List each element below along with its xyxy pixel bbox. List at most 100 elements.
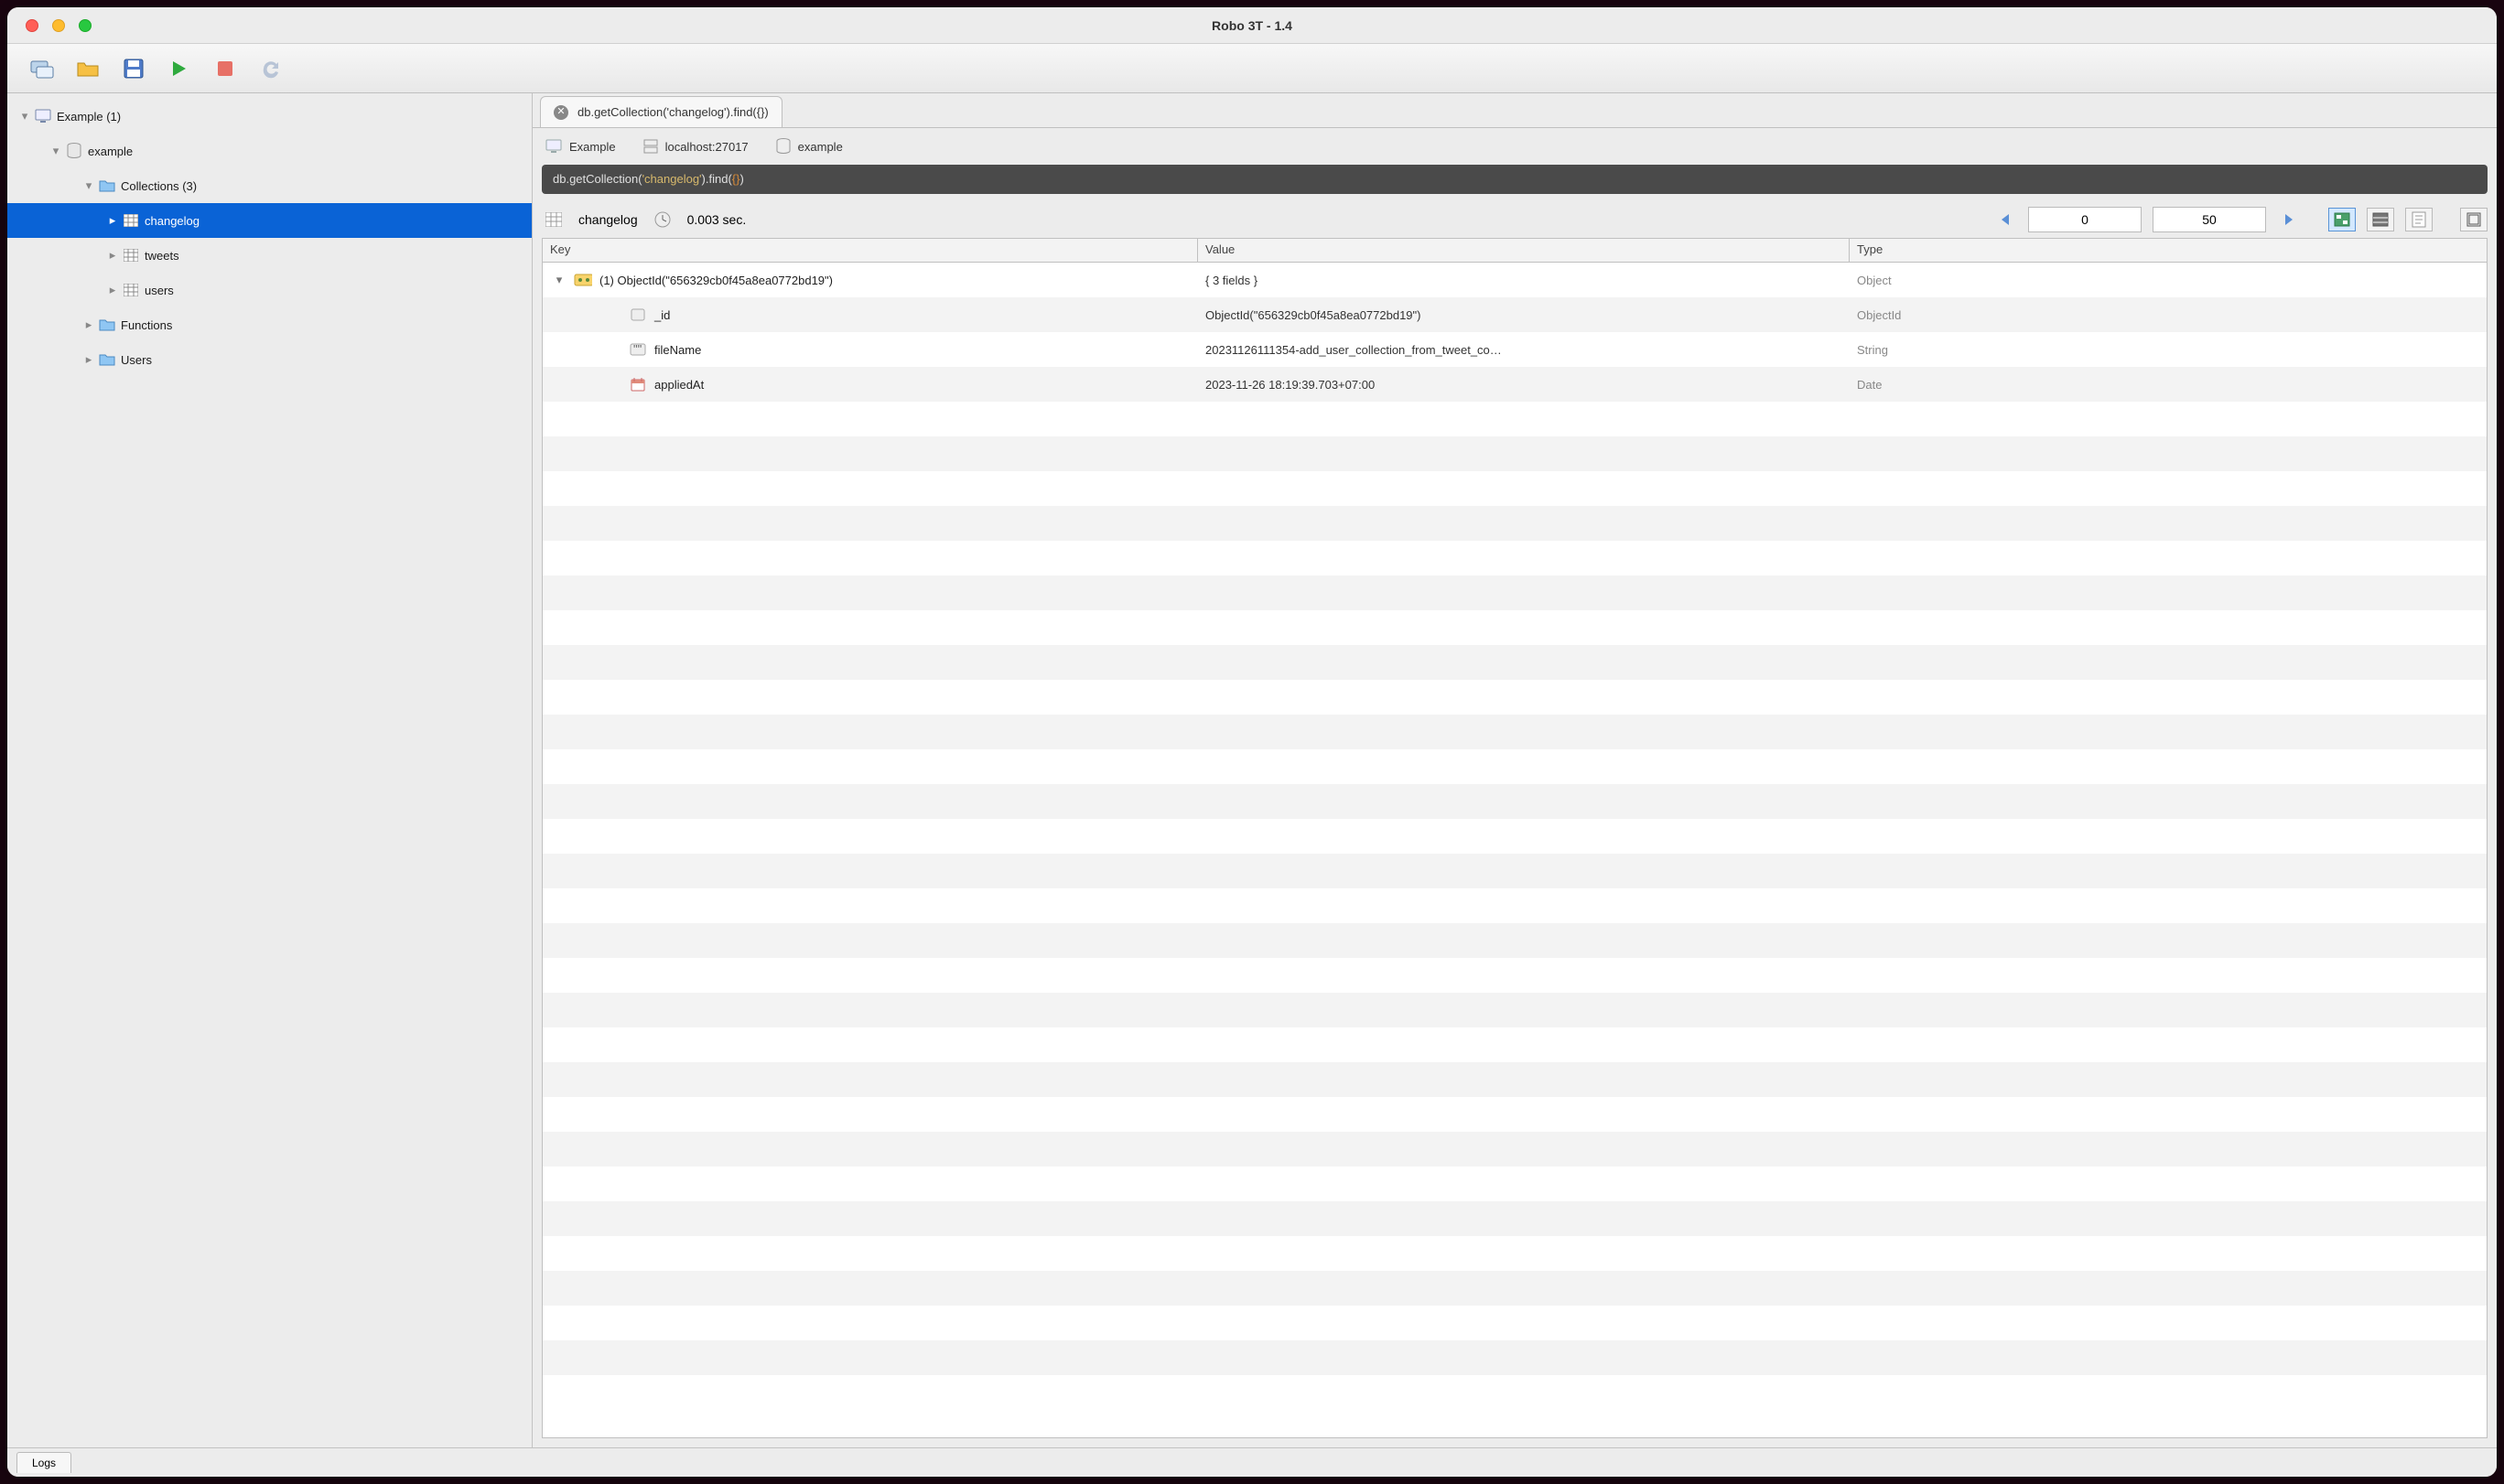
tree-collection-users[interactable]: ▸ users: [7, 273, 532, 307]
table-row[interactable]: appliedAt2023-11-26 18:19:39.703+07:00Da…: [543, 367, 2487, 402]
text-view-button[interactable]: [2405, 208, 2433, 231]
open-button[interactable]: [75, 56, 101, 81]
empty-row: [543, 888, 2487, 923]
empty-row: [543, 680, 2487, 715]
tree-connection[interactable]: ▾ Example (1): [7, 99, 532, 134]
cell-key: (1) ObjectId("656329cb0f45a8ea0772bd19"): [599, 274, 833, 287]
column-value[interactable]: Value: [1198, 239, 1850, 262]
tree-collections-folder[interactable]: ▾ Collections (3): [7, 168, 532, 203]
context-label: Example: [569, 140, 616, 154]
grid-body[interactable]: ▾ (1) ObjectId("656329cb0f45a8ea0772bd19"…: [543, 263, 2487, 1437]
tree-label: changelog: [145, 214, 200, 228]
empty-row: [543, 610, 2487, 645]
expand-view-button[interactable]: [2460, 208, 2488, 231]
chevron-down-icon: ▾: [48, 144, 64, 158]
page-next-button[interactable]: [2277, 208, 2301, 231]
tree-collection-changelog[interactable]: ▸ changelog: [7, 203, 532, 238]
cell-type: Object: [1857, 274, 1892, 287]
empty-row: [543, 402, 2487, 436]
empty-row: [543, 819, 2487, 854]
cell-value: 2023-11-26 18:19:39.703+07:00: [1205, 378, 1375, 392]
tree-label: Functions: [121, 318, 172, 332]
tree-database[interactable]: ▾ example: [7, 134, 532, 168]
tree-label: users: [145, 284, 174, 297]
tree-label: example: [88, 145, 133, 158]
tree-view-button[interactable]: [2328, 208, 2356, 231]
table-icon: [121, 249, 141, 262]
context-label: example: [798, 140, 843, 154]
chevron-down-icon[interactable]: ▾: [552, 273, 567, 287]
tab-label: db.getCollection('changelog').find({}): [577, 105, 769, 119]
tree-functions-folder[interactable]: ▸ Functions: [7, 307, 532, 342]
context-connection[interactable]: Example: [545, 139, 616, 154]
save-button[interactable]: [121, 56, 146, 81]
id-icon: [629, 308, 647, 321]
empty-row: [543, 471, 2487, 506]
svg-text:"": "": [633, 343, 642, 356]
chevron-right-icon: ▸: [81, 352, 97, 367]
cell-value: 20231126111354-add_user_collection_from_…: [1205, 343, 1502, 357]
cell-value: { 3 fields }: [1205, 274, 1257, 287]
limit-input[interactable]: [2153, 207, 2266, 232]
connection-tree: ▾ Example (1) ▾ example ▾ Collections (3…: [7, 93, 532, 1447]
date-icon: [629, 377, 647, 392]
chevron-right-icon: ▸: [104, 213, 121, 228]
empty-row: [543, 1062, 2487, 1097]
page-prev-button[interactable]: [1993, 208, 2017, 231]
minimize-window-button[interactable]: [52, 19, 65, 32]
result-grid: Key Value Type ▾ (1) ObjectId("656329cb0f…: [542, 238, 2488, 1438]
close-window-button[interactable]: [26, 19, 38, 32]
app-window: Robo 3T - 1.4 ▾ Example (1) ▾ example: [7, 7, 2497, 1477]
cell-value: ObjectId("656329cb0f45a8ea0772bd19"): [1205, 308, 1420, 322]
tree-label: Collections (3): [121, 179, 197, 193]
rotate-button[interactable]: [258, 56, 284, 81]
empty-row: [543, 1132, 2487, 1167]
empty-row: [543, 506, 2487, 541]
connect-button[interactable]: [29, 56, 55, 81]
tree-users-folder[interactable]: ▸ Users: [7, 342, 532, 377]
result-collection: changelog: [578, 212, 638, 227]
logs-tab[interactable]: Logs: [16, 1452, 71, 1473]
grid-header: Key Value Type: [543, 239, 2487, 263]
context-bar: Example localhost:27017 example: [533, 128, 2497, 165]
query-tab[interactable]: ✕ db.getCollection('changelog').find({}): [540, 96, 782, 127]
empty-row: [543, 1201, 2487, 1236]
context-host[interactable]: localhost:27017: [643, 139, 749, 154]
zoom-window-button[interactable]: [79, 19, 92, 32]
empty-row: [543, 1340, 2487, 1375]
offset-input[interactable]: [2028, 207, 2142, 232]
context-label: localhost:27017: [665, 140, 749, 154]
empty-row: [543, 1306, 2487, 1340]
empty-row: [543, 645, 2487, 680]
main-area: ✕ db.getCollection('changelog').find({})…: [533, 93, 2497, 1447]
empty-row: [543, 958, 2487, 993]
tree-label: Users: [121, 353, 152, 367]
chevron-right-icon: ▸: [104, 283, 121, 297]
object-icon: [574, 274, 592, 286]
cell-key: fileName: [654, 343, 701, 357]
tree-collection-tweets[interactable]: ▸ tweets: [7, 238, 532, 273]
table-row[interactable]: "" fileName 20231126111354-add_user_collec…: [543, 332, 2487, 367]
folder-icon: [97, 353, 117, 366]
empty-row: [543, 1097, 2487, 1132]
tab-strip: ✕ db.getCollection('changelog').find({}): [533, 93, 2497, 128]
close-tab-button[interactable]: ✕: [554, 105, 568, 120]
empty-row: [543, 993, 2487, 1027]
server-icon: [643, 139, 658, 154]
stop-button[interactable]: [212, 56, 238, 81]
query-editor[interactable]: db.getCollection('changelog').find({}): [542, 165, 2488, 194]
context-database[interactable]: example: [776, 138, 843, 155]
sidebar: ▾ Example (1) ▾ example ▾ Collections (3…: [7, 93, 533, 1447]
empty-row: [543, 715, 2487, 749]
titlebar: Robo 3T - 1.4: [7, 7, 2497, 44]
chevron-down-icon: ▾: [81, 178, 97, 193]
table-view-button[interactable]: [2367, 208, 2394, 231]
column-key[interactable]: Key: [543, 239, 1198, 262]
table-row[interactable]: _idObjectId("656329cb0f45a8ea0772bd19")O…: [543, 297, 2487, 332]
execute-button[interactable]: [167, 56, 192, 81]
table-row[interactable]: ▾ (1) ObjectId("656329cb0f45a8ea0772bd19"…: [543, 263, 2487, 297]
database-icon: [64, 143, 84, 159]
empty-row: [543, 436, 2487, 471]
column-type[interactable]: Type: [1850, 239, 2487, 262]
empty-row: [543, 541, 2487, 575]
